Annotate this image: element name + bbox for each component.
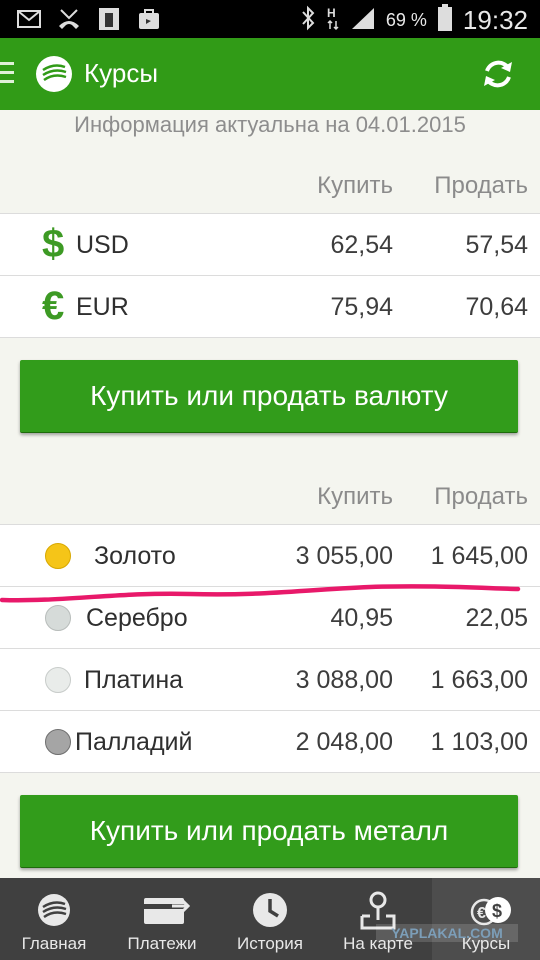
- metal-row-gold[interactable]: Золото 3 055,00 1 645,00: [0, 525, 540, 587]
- svg-text:€: €: [477, 905, 486, 922]
- buy-column-label: Купить: [317, 483, 393, 510]
- clock-icon: [250, 890, 290, 930]
- nav-item-rates[interactable]: € $ Курсы: [432, 878, 540, 960]
- battery-percent: 69 %: [385, 10, 427, 30]
- svg-text:H: H: [327, 6, 336, 20]
- sell-rate: 1 645,00: [430, 542, 528, 570]
- notification-image-icon: [96, 7, 122, 31]
- signal-icon: [350, 6, 376, 35]
- buy-rate: 3 055,00: [295, 542, 393, 570]
- mail-icon: [16, 7, 42, 31]
- sberbank-logo-icon[interactable]: [34, 54, 74, 94]
- buy-column-label: Купить: [317, 172, 393, 199]
- currency-table: $ USD 62,54 57,54 € EUR 75,94 70,64: [0, 213, 540, 338]
- metal-row-palladium[interactable]: Палладий 2 048,00 1 103,00: [0, 711, 540, 773]
- nav-label: Главная: [21, 934, 87, 953]
- hspa-icon: H: [326, 5, 340, 36]
- sell-rate: 1 103,00: [430, 728, 528, 756]
- refresh-icon[interactable]: [478, 54, 518, 94]
- sberbank-logo-icon: [34, 890, 74, 930]
- payment-card-icon: [142, 890, 191, 930]
- app-bar: Курсы: [0, 38, 540, 110]
- nav-label: Платежи: [127, 934, 197, 953]
- currency-row-eur[interactable]: € EUR 75,94 70,64: [0, 276, 540, 338]
- battery-icon: [437, 4, 453, 37]
- sell-rate: 57,54: [465, 231, 528, 259]
- page-title: Курсы: [84, 58, 159, 88]
- info-date-line: Информация актуальна на 04.01.2015: [74, 112, 466, 137]
- dollar-icon: $: [42, 222, 65, 266]
- platinum-dot-icon: [45, 667, 71, 693]
- bottom-navigation: Главная Платежи История На карте € $ Курс…: [0, 878, 540, 960]
- clock-time: 19:32: [462, 5, 528, 35]
- watermark: YAPLAKAL.COM: [376, 924, 518, 942]
- sell-column-label: Продать: [434, 483, 528, 510]
- euro-icon: €: [42, 284, 65, 328]
- metal-column-header: Купить Продать: [0, 477, 540, 517]
- buy-rate: 40,95: [330, 604, 393, 632]
- metal-name: Серебро: [86, 604, 188, 632]
- sell-rate: 70,64: [465, 293, 528, 321]
- sell-rate: 22,05: [465, 604, 528, 632]
- buy-sell-currency-button[interactable]: Купить или продать валюту: [20, 360, 518, 433]
- currency-code: USD: [76, 231, 129, 259]
- currency-code: EUR: [76, 293, 129, 321]
- metal-name: Золото: [94, 542, 176, 570]
- palladium-dot-icon: [45, 729, 71, 755]
- metal-name: Палладий: [75, 728, 193, 756]
- buy-rate: 75,94: [330, 293, 393, 321]
- buy-rate: 2 048,00: [295, 728, 393, 756]
- currency-column-header: Купить Продать: [0, 166, 540, 206]
- menu-icon[interactable]: [0, 62, 16, 86]
- sell-rate: 1 663,00: [430, 666, 528, 694]
- metal-row-platinum[interactable]: Платина 3 088,00 1 663,00: [0, 649, 540, 711]
- metal-row-silver[interactable]: Серебро 40,95 22,05: [0, 587, 540, 649]
- nav-item-home[interactable]: Главная: [0, 878, 108, 960]
- gold-dot-icon: [45, 543, 71, 569]
- bluetooth-icon: [300, 5, 316, 36]
- buy-sell-metal-button[interactable]: Купить или продать металл: [20, 795, 518, 868]
- buy-rate: 3 088,00: [295, 666, 393, 694]
- buy-rate: 62,54: [330, 231, 393, 259]
- nav-item-map[interactable]: На карте: [324, 878, 432, 960]
- metal-table: Золото 3 055,00 1 645,00 Серебро 40,95 2…: [0, 524, 540, 773]
- metal-name: Платина: [84, 666, 184, 694]
- svg-text:$: $: [492, 901, 502, 921]
- missed-call-icon: [56, 7, 82, 31]
- silver-dot-icon: [45, 605, 71, 631]
- nav-item-payments[interactable]: Платежи: [108, 878, 216, 960]
- store-bag-icon: [136, 7, 162, 31]
- nav-item-history[interactable]: История: [216, 878, 324, 960]
- currency-row-usd[interactable]: $ USD 62,54 57,54: [0, 214, 540, 276]
- status-bar: H 69 % 19:32: [0, 0, 540, 38]
- nav-label: История: [237, 934, 303, 953]
- sell-column-label: Продать: [434, 172, 528, 199]
